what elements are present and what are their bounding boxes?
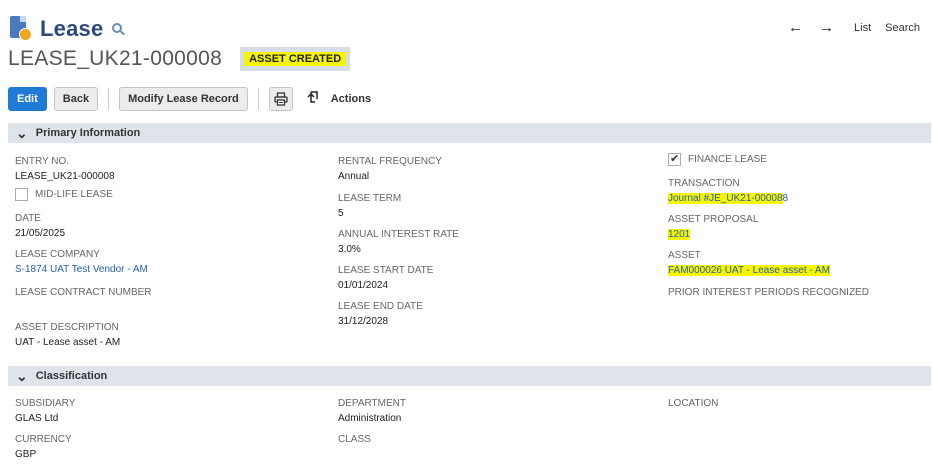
field-prior-interest-periods: PRIOR INTEREST PERIODS RECOGNIZED [668,287,869,302]
unhighlighted-text: 8 [782,193,789,204]
field-label: LEASE COMPANY [15,249,100,260]
record-name: LEASE_UK21-000008 [8,47,223,70]
field-transaction: TRANSACTION Journal #JE_UK21-000088 [668,178,788,204]
field-label: LEASE CONTRACT NUMBER [15,287,152,298]
lease-company-link[interactable]: S-1874 UAT Test Vendor - AM [15,264,148,275]
chevron-down-icon: ⌄ [16,125,28,141]
field-label: ASSET DESCRIPTION [15,322,119,333]
field-department: DEPARTMENT Administration [338,398,406,424]
back-button[interactable]: Back [53,86,99,111]
field-label: LEASE START DATE [338,265,434,276]
field-label: CLASS [338,434,371,445]
field-label: ANNUAL INTEREST RATE [338,229,459,240]
chevron-down-icon: ⌄ [16,368,28,384]
field-label: SUBSIDIARY [15,398,76,409]
field-entry-no: ENTRY NO. LEASE_UK21-000008 [15,156,115,182]
edit-button[interactable]: Edit [8,86,47,111]
field-location: LOCATION [668,398,718,413]
field-label: CURRENCY [15,434,72,445]
checkbox-label: FINANCE LEASE [688,154,767,165]
field-label: LOCATION [668,398,719,409]
asset-link[interactable]: FAM000026 UAT - Lease asset - AM [668,265,830,276]
search-link[interactable]: Search [885,22,920,34]
toolbar-divider [257,87,259,110]
section-primary-information[interactable]: ⌄ Primary Information [8,123,931,143]
field-label: ASSET [668,250,701,261]
field-value: 21/05/2025 [15,228,66,239]
field-value: 31/12/2028 [338,316,389,327]
field-lease-term: LEASE TERM 5 [338,193,401,219]
asset-proposal-link[interactable]: 1201 [668,229,758,240]
mid-life-lease-checkbox[interactable]: MID-LIFE LEASE [15,188,113,201]
field-class: CLASS [338,434,371,449]
transaction-link[interactable]: Journal #JE_UK21-000088 [668,193,788,204]
field-value: 3.0% [338,244,361,255]
actions-menu[interactable]: Actions [307,89,371,108]
record-header: Lease [10,14,126,44]
record-title-line: LEASE_UK21-000008 ASSET CREATED [8,47,351,71]
field-value: 01/01/2024 [338,280,389,291]
lease-record-icon [10,16,32,42]
field-value: Administration [338,413,402,424]
field-value: GLAS Ltd [15,413,59,424]
field-subsidiary: SUBSIDIARY GLAS Ltd [15,398,75,424]
field-label: TRANSACTION [668,178,740,189]
field-label: ASSET PROPOSAL [668,214,759,225]
modify-lease-record-button[interactable]: Modify Lease Record [119,86,248,111]
field-lease-end-date: LEASE END DATE 31/12/2028 [338,301,423,327]
field-value: LEASE_UK21-000008 [15,171,115,182]
field-label: PRIOR INTEREST PERIODS RECOGNIZED [668,287,869,298]
field-label: DEPARTMENT [338,398,406,409]
actions-icon [307,89,321,108]
field-label: DATE [15,213,41,224]
top-navigation: ← → List Search [788,20,920,35]
status-container: ASSET CREATED [240,47,351,71]
forward-arrow-icon[interactable]: → [819,20,834,35]
field-lease-start-date: LEASE START DATE 01/01/2024 [338,265,433,291]
highlighted-text: Journal #JE_UK21-00008 [668,193,783,204]
field-asset-description: ASSET DESCRIPTION UAT - Lease asset - AM [15,322,120,348]
record-type-title: Lease [40,16,104,41]
field-currency: CURRENCY GBP [15,434,72,460]
field-label: RENTAL FREQUENCY [338,156,442,167]
field-label: ENTRY NO. [15,156,70,167]
checkbox-box[interactable] [668,152,681,166]
section-classification[interactable]: ⌄ Classification [8,366,931,386]
field-rental-frequency: RENTAL FREQUENCY Annual [338,156,442,182]
field-value: UAT - Lease asset - AM [15,337,121,348]
actions-label: Actions [330,92,372,105]
field-lease-contract-number: LEASE CONTRACT NUMBER [15,287,152,302]
printer-icon[interactable] [268,86,293,111]
field-annual-interest-rate: ANNUAL INTEREST RATE 3.0% [338,229,459,255]
field-lease-company: LEASE COMPANY S-1874 UAT Test Vendor - A… [15,249,148,275]
highlighted-text: 1201 [668,229,691,240]
list-link[interactable]: List [854,22,871,34]
field-label: LEASE TERM [338,193,402,204]
highlighted-text: FAM000026 UAT - Lease asset - AM [668,265,830,276]
finance-lease-checkbox[interactable]: FINANCE LEASE [668,152,767,166]
checkbox-box[interactable] [15,188,28,201]
field-label: LEASE END DATE [338,301,423,312]
search-icon[interactable] [112,22,126,36]
status-badge: ASSET CREATED [244,52,347,66]
checkbox-label: MID-LIFE LEASE [35,189,113,200]
toolbar: Edit Back Modify Lease Record Actions [8,86,371,111]
back-arrow-icon[interactable]: ← [788,20,803,35]
field-date: DATE 21/05/2025 [15,213,65,239]
field-value: 5 [338,208,344,219]
field-value: Annual [338,171,370,182]
section-title: Primary Information [35,127,141,139]
field-asset: ASSET FAM000026 UAT - Lease asset - AM [668,250,830,276]
field-asset-proposal: ASSET PROPOSAL 1201 [668,214,758,240]
section-title: Classification [35,370,108,382]
toolbar-divider [108,87,110,110]
field-value: GBP [15,449,37,460]
